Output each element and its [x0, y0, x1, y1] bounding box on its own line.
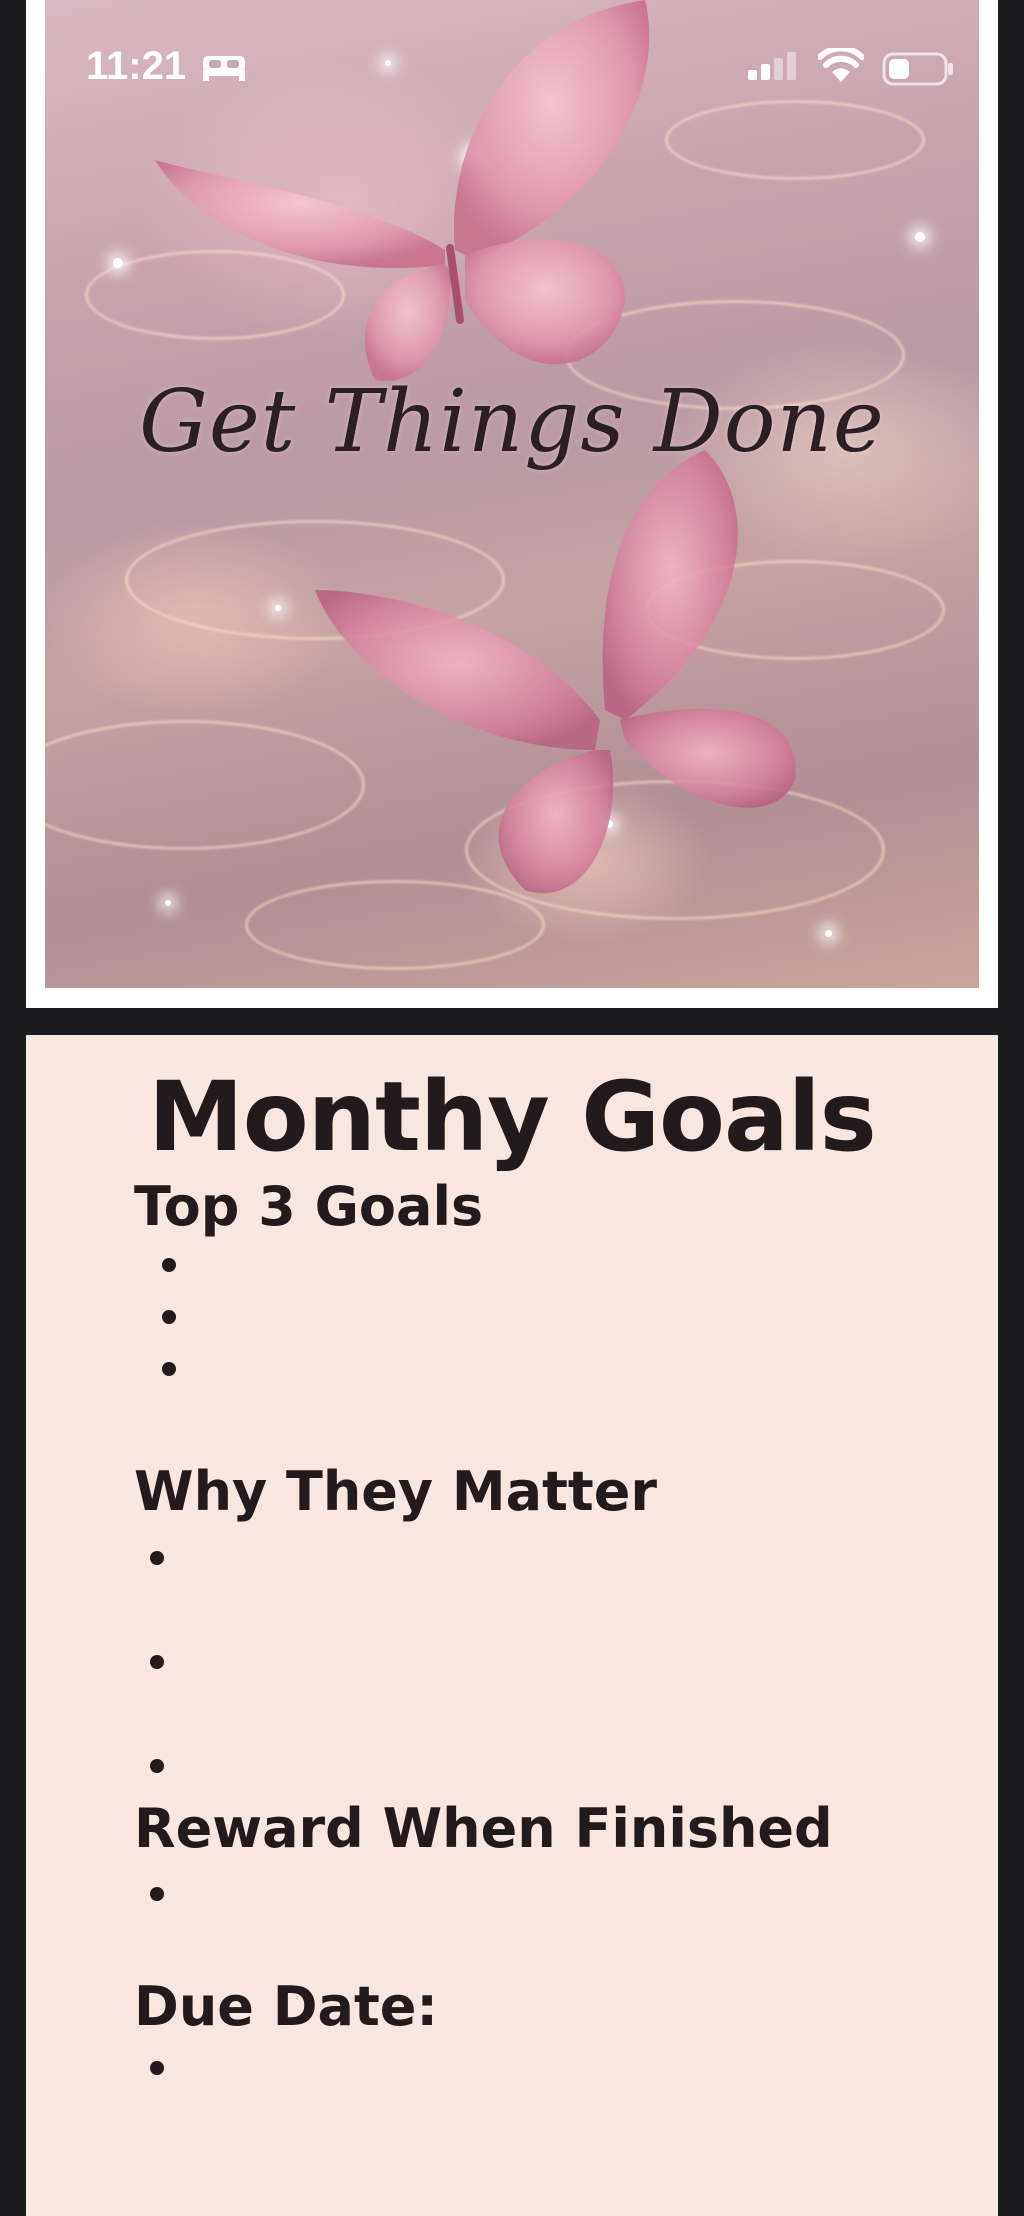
section-heading-top-goals: Top 3 Goals: [134, 1175, 484, 1238]
monthly-goals-card: Monthy Goals Top 3 Goals Why They Matter…: [26, 1035, 998, 2216]
section-heading-reward: Reward When Finished: [134, 1797, 833, 1860]
bullet-point: [150, 2061, 164, 2075]
status-time: 11:21: [86, 44, 187, 88]
butterfly-lower-graphic: [315, 450, 796, 894]
section-heading-why-they-matter: Why They Matter: [134, 1460, 657, 1523]
sleep-focus-icon: [203, 56, 245, 81]
bullet-point: [150, 1655, 164, 1669]
goals-title: Monthy Goals: [148, 1061, 877, 1173]
section-heading-due-date: Due Date:: [134, 1975, 438, 2038]
bullet-point: [162, 1362, 176, 1376]
hero-card: Get Things Done: [26, 0, 998, 1008]
bullet-point: [150, 1551, 164, 1565]
cellular-signal-icon: [748, 52, 796, 80]
bullet-point: [162, 1310, 176, 1324]
bullet-point: [150, 1887, 164, 1901]
hero-title: Get Things Done: [139, 372, 885, 472]
bullet-point: [162, 1258, 176, 1272]
butterfly-water-image: Get Things Done: [45, 0, 979, 988]
battery-icon: [882, 52, 953, 86]
bullet-point: [150, 1759, 164, 1773]
wifi-icon: [818, 48, 864, 82]
status-bar: 11:21: [0, 0, 1024, 136]
